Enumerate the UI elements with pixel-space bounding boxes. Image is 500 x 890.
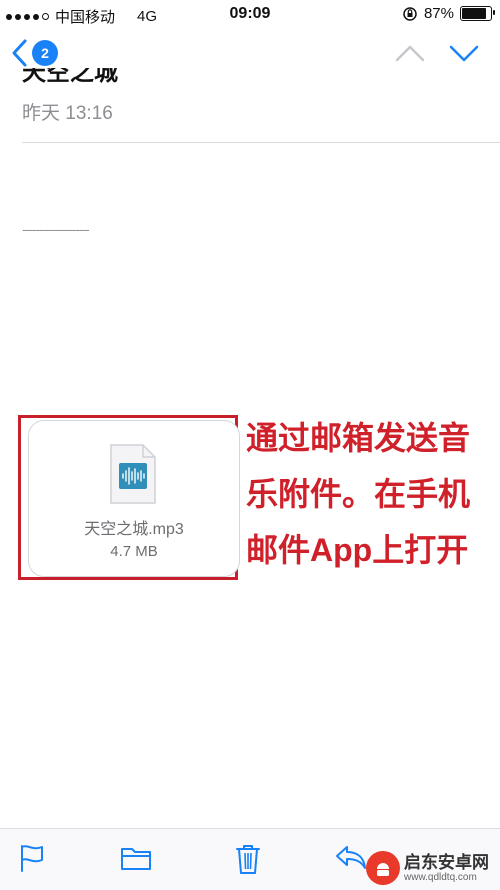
annotation-line: 邮件App上打开	[246, 532, 469, 568]
android-icon	[377, 863, 389, 876]
watermark-url: www.qdldtq.com	[404, 871, 477, 883]
status-right: 87%	[402, 5, 495, 22]
message-subject-text: 天空之城	[22, 68, 118, 86]
back-button[interactable]: 2	[10, 38, 58, 68]
flag-button[interactable]	[18, 843, 46, 873]
annotation-text: 通过邮箱发送音 乐附件。在手机 邮件App上打开	[246, 410, 498, 578]
annotation-line: 乐附件。在手机	[246, 476, 471, 512]
battery-percent: 87%	[423, 5, 454, 22]
watermark-logo: 启东安卓网 www.qdldtq.com	[366, 850, 496, 886]
annotation-line: 通过邮箱发送音	[246, 420, 471, 456]
battery-icon	[460, 6, 495, 21]
audio-file-icon	[110, 444, 156, 504]
battery-fill	[462, 8, 487, 19]
watermark-text: 启东安卓网 www.qdldtq.com	[404, 854, 489, 883]
next-message-button[interactable]	[448, 38, 480, 68]
reply-button[interactable]	[334, 843, 368, 871]
message-subject: 天空之城	[22, 68, 118, 90]
attachment-file-size: 4.7 MB	[110, 543, 158, 560]
trash-button[interactable]	[234, 843, 262, 875]
unread-count-badge: 2	[32, 40, 58, 66]
previous-message-button[interactable]	[394, 38, 426, 68]
header-divider	[22, 142, 500, 143]
move-to-folder-button[interactable]	[120, 843, 152, 873]
watermark-title: 启东安卓网	[404, 852, 489, 872]
rotation-lock-icon	[403, 6, 417, 21]
status-bar: 中国移动 4G 09:09 87%	[0, 0, 500, 30]
message-date: 昨天 13:16	[22, 103, 113, 124]
signature-separator: --------------------	[22, 222, 90, 237]
watermark-logo-icon	[366, 851, 400, 885]
attachment-card[interactable]: 天空之城.mp3 4.7 MB	[28, 420, 240, 577]
chevron-left-icon	[12, 39, 27, 67]
attachment-file-name: 天空之城.mp3	[84, 521, 184, 538]
